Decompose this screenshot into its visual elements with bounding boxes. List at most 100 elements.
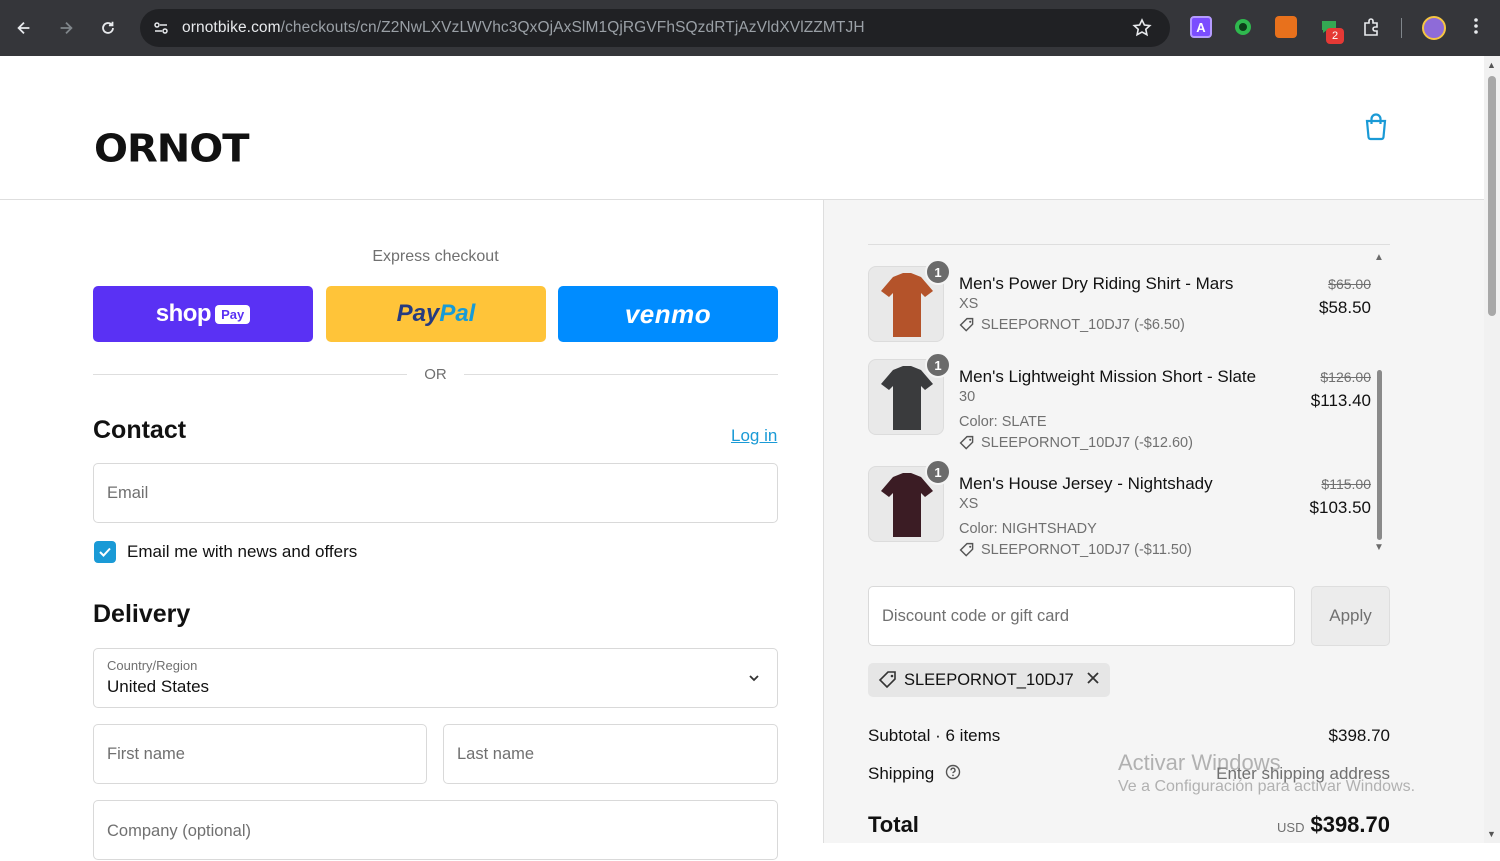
reload-icon[interactable] <box>94 14 122 42</box>
extensions-puzzle-icon[interactable] <box>1360 16 1382 38</box>
shopping-bag-icon[interactable] <box>1362 112 1390 142</box>
or-line-right <box>464 374 778 375</box>
product-color: Color: SLATE <box>959 414 1047 430</box>
product-discount: SLEEPORNOT_10DJ7 (-$12.60) <box>959 435 1193 451</box>
product-discount-text: SLEEPORNOT_10DJ7 (-$12.60) <box>981 435 1193 451</box>
tag-icon <box>959 317 974 332</box>
order-summary: 1 Men's Power Dry Riding Shirt - Mars XS SL… <box>823 200 1484 843</box>
total-currency: USD <box>1277 820 1305 835</box>
shop-pay-logo-text: shop <box>155 300 212 327</box>
delivery-title: Delivery <box>93 600 191 628</box>
shipping-row: Shipping Enter shipping address <box>868 764 1390 785</box>
discounted-price: $103.50 <box>1309 498 1371 517</box>
items-scrollbar-thumb[interactable] <box>1377 370 1382 540</box>
tag-icon <box>878 671 896 689</box>
back-icon[interactable] <box>10 14 38 42</box>
shop-pay-button[interactable]: shop Pay <box>93 286 313 342</box>
contact-title: Contact <box>93 416 187 444</box>
tag-icon <box>959 542 974 557</box>
page-scrollbar[interactable]: ▲ ▼ <box>1484 56 1500 843</box>
scroll-down-arrow-icon[interactable]: ▼ <box>1487 829 1496 839</box>
toolbar-divider <box>1401 18 1402 38</box>
original-price: $115.00 <box>1321 476 1371 492</box>
original-price: $126.00 <box>1320 369 1371 385</box>
paypal-logo-text-2: Pal <box>439 300 476 327</box>
total-value: $398.70 <box>1310 812 1390 837</box>
product-variant: XS <box>959 296 979 312</box>
company-input[interactable] <box>94 801 777 861</box>
site-header: ORNOT <box>0 56 1484 200</box>
country-value: United States <box>107 677 210 696</box>
profile-avatar[interactable] <box>1422 16 1446 40</box>
paypal-button[interactable]: Pay Pal <box>326 286 546 342</box>
applied-code-text: SLEEPORNOT_10DJ7 <box>904 670 1074 689</box>
country-label: Country/Region <box>107 658 198 673</box>
quantity-badge: 1 <box>925 352 951 378</box>
email-field[interactable] <box>93 463 778 523</box>
product-discount-text: SLEEPORNOT_10DJ7 (-$11.50) <box>981 542 1192 558</box>
first-name-field[interactable] <box>93 724 427 784</box>
url-text: ornotbike.com/checkouts/cn/Z2NwLXVzLWVhc… <box>182 19 865 36</box>
email-input[interactable] <box>94 464 777 522</box>
product-discount: SLEEPORNOT_10DJ7 (-$6.50) <box>959 317 1185 333</box>
product-discount-text: SLEEPORNOT_10DJ7 (-$6.50) <box>981 317 1185 333</box>
subtotal-label: Subtotal · 6 items <box>868 726 1001 745</box>
ornot-logo[interactable]: ORNOT <box>94 127 250 171</box>
site-info-icon[interactable] <box>152 19 170 37</box>
last-name-field[interactable] <box>443 724 778 784</box>
bookmark-star-icon[interactable] <box>1132 18 1152 43</box>
extension-badge: 2 <box>1326 28 1344 44</box>
remove-code-icon[interactable] <box>1086 671 1100 690</box>
help-circle-icon[interactable] <box>945 764 961 785</box>
or-divider: OR <box>93 364 778 386</box>
shipping-label: Shipping <box>868 764 935 783</box>
original-price: $65.00 <box>1328 276 1371 292</box>
items-scroll-up-icon[interactable]: ▲ <box>1374 252 1384 263</box>
extension-orange-icon[interactable] <box>1275 16 1297 38</box>
product-name: Men's Lightweight Mission Short - Slate <box>959 367 1257 386</box>
country-select[interactable]: Country/Region United States <box>93 648 778 708</box>
chevron-down-icon <box>747 671 761 690</box>
browser-toolbar: ornotbike.com/checkouts/cn/Z2NwLXVzLWVhc… <box>0 0 1500 56</box>
shipping-value: Enter shipping address <box>1216 764 1390 783</box>
product-discount: SLEEPORNOT_10DJ7 (-$11.50) <box>959 542 1192 558</box>
venmo-logo-text: venmo <box>624 298 712 329</box>
extension-green-icon[interactable] <box>1232 16 1254 38</box>
address-bar[interactable]: ornotbike.com/checkouts/cn/Z2NwLXVzLWVhc… <box>140 9 1170 47</box>
product-color: Color: NIGHTSHADY <box>959 521 1097 537</box>
total-label: Total <box>868 812 919 837</box>
product-name: Men's Power Dry Riding Shirt - Mars <box>959 274 1234 293</box>
discounted-price: $58.50 <box>1319 298 1371 317</box>
company-field[interactable] <box>93 800 778 861</box>
items-scroll-down-icon[interactable]: ▼ <box>1374 542 1384 553</box>
discounted-price: $113.40 <box>1310 391 1371 410</box>
login-link[interactable]: Log in <box>731 426 777 446</box>
total-row: Total USD $398.70 <box>868 812 1390 838</box>
items-top-divider <box>868 244 1390 245</box>
page-scrollbar-thumb[interactable] <box>1488 76 1496 316</box>
browser-menu-icon[interactable] <box>1466 16 1486 41</box>
subtotal-value: $398.70 <box>1328 726 1390 745</box>
extension-a-icon[interactable]: A <box>1190 16 1212 38</box>
product-name: Men's House Jersey - Nightshady <box>959 474 1213 493</box>
newsletter-checkbox[interactable] <box>94 541 116 563</box>
product-variant: 30 <box>959 389 976 405</box>
quantity-badge: 1 <box>925 459 951 485</box>
express-checkout-label: Express checkout <box>372 248 499 265</box>
first-name-input[interactable] <box>94 725 426 783</box>
checkout-form: Express checkout shop Pay Pay Pal venmo O… <box>0 200 823 861</box>
paypal-logo-text-1: Pay <box>396 300 440 327</box>
venmo-button[interactable]: venmo <box>558 286 778 342</box>
apply-discount-button[interactable]: Apply <box>1311 586 1390 646</box>
shop-pay-logo-badge: Pay <box>215 304 251 324</box>
applied-discount-chip: SLEEPORNOT_10DJ7 <box>868 663 1110 697</box>
discount-field[interactable] <box>868 586 1295 646</box>
scroll-up-arrow-icon[interactable]: ▲ <box>1487 60 1496 70</box>
product-variant: XS <box>959 496 979 512</box>
last-name-input[interactable] <box>444 725 777 783</box>
tag-icon <box>959 435 974 450</box>
discount-input[interactable] <box>869 587 1294 645</box>
newsletter-label: Email me with news and offers <box>127 542 358 561</box>
subtotal-row: Subtotal · 6 items $398.70 <box>868 726 1390 746</box>
forward-icon[interactable] <box>52 14 80 42</box>
